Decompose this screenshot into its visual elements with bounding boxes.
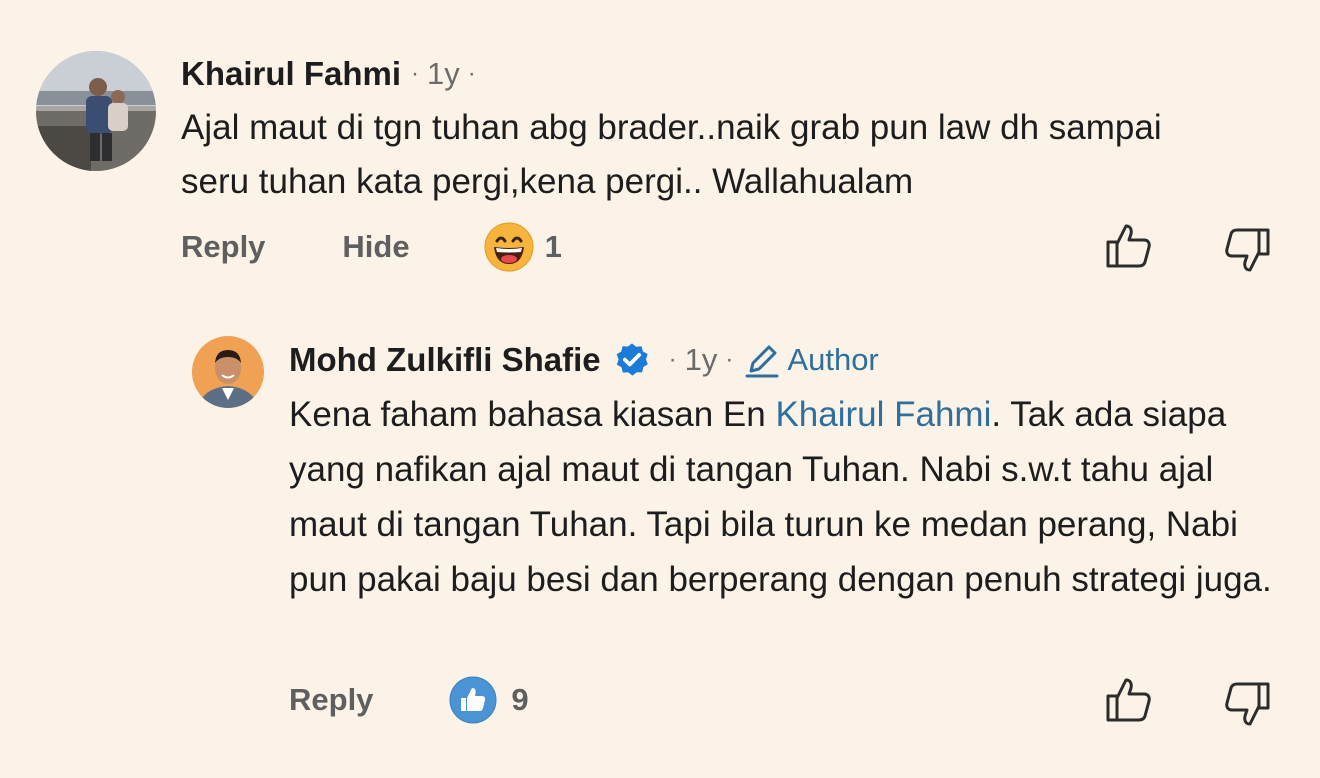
profile-photo [192,336,264,408]
mention-link[interactable]: Khairul Fahmi [775,395,991,434]
laughing-emoji-icon [484,222,534,272]
commenter-name[interactable]: Mohd Zulkifli Shafie [289,341,601,379]
comment-header: Mohd Zulkifli Shafie · 1y · Author [289,339,879,381]
reply-button[interactable]: Reply [289,682,373,718]
commenter-name[interactable]: Khairul Fahmi [181,55,401,93]
like-icon[interactable] [1104,222,1152,270]
dislike-icon[interactable] [1224,680,1272,728]
comment-time[interactable]: 1y [427,56,460,92]
like-icon[interactable] [1104,676,1152,724]
comment-actions: Reply 9 [289,676,529,724]
separator-dot: · [467,60,476,87]
reaction-summary[interactable]: 1 [484,222,562,272]
verified-badge-icon [616,343,648,376]
like-icon [449,676,497,724]
avatar-mohd[interactable] [192,336,264,408]
comment-text: Ajal maut di tgn tuhan abg brader..naik … [181,108,1162,201]
avatar-khairul[interactable] [36,51,156,171]
dislike-icon[interactable] [1224,226,1272,274]
separator-dot: · [725,346,734,373]
comment-time[interactable]: 1y [685,342,718,378]
reaction-count: 9 [511,682,529,717]
reply-button[interactable]: Reply [181,229,265,265]
author-label: Author [787,342,879,377]
comment-text-start: Kena faham bahasa kiasan En [289,395,776,434]
pencil-icon [745,345,779,378]
reaction-count: 1 [544,229,562,264]
author-badge: Author [743,341,879,379]
comment-text: Kena faham bahasa kiasan En Khairul Fahm… [289,387,1289,607]
comment-actions: Reply Hide 1 [181,222,562,272]
reaction-summary[interactable]: 9 [449,676,529,724]
comment-header: Khairul Fahmi · 1y · [181,54,476,94]
profile-photo [36,51,156,171]
hide-button[interactable]: Hide [342,229,409,265]
separator-dot: · [411,60,420,87]
separator-dot: · [668,346,677,373]
